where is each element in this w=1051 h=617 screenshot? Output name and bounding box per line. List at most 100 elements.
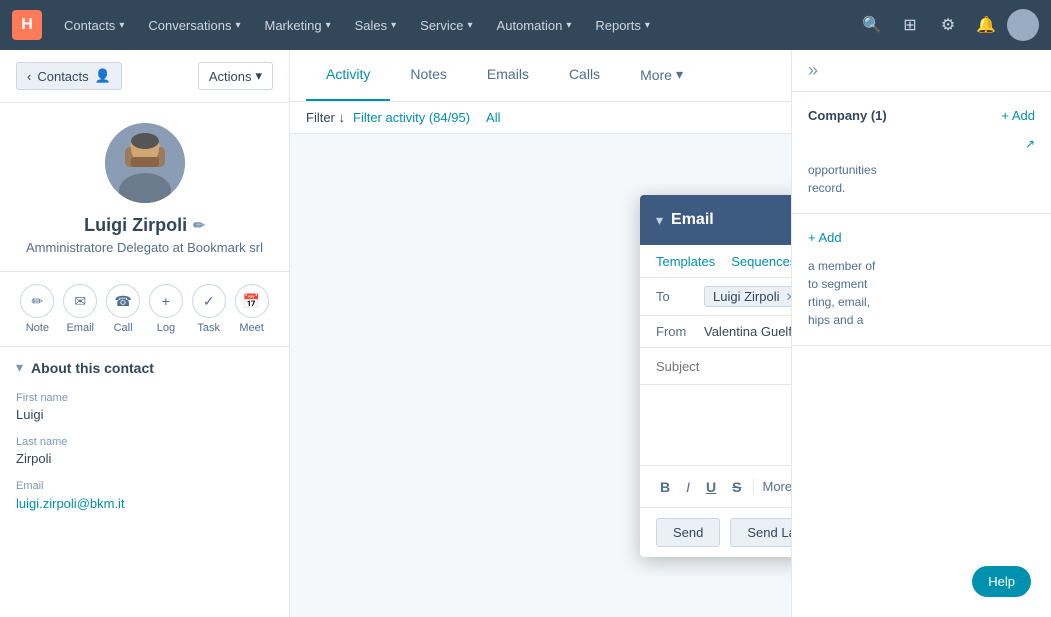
hubspot-logo[interactable]: H bbox=[12, 10, 42, 40]
email-body[interactable] bbox=[640, 385, 791, 465]
email-modal-title-row: ▾ Email bbox=[656, 211, 714, 229]
strikethrough-button[interactable]: S bbox=[728, 477, 745, 497]
to-label: To bbox=[656, 289, 696, 304]
chevron-down-icon: ▾ bbox=[645, 20, 650, 31]
chevron-down-icon[interactable]: ▾ bbox=[656, 212, 663, 229]
action-note[interactable]: ✏ Note bbox=[20, 284, 54, 334]
filter-label: Filter ↓ bbox=[306, 110, 345, 125]
nav-automation[interactable]: Automation ▾ bbox=[487, 12, 582, 39]
top-navigation: H Contacts ▾ Conversations ▾ Marketing ▾… bbox=[0, 0, 1051, 50]
chevron-down-icon: ▾ bbox=[391, 20, 396, 31]
bold-button[interactable]: B bbox=[656, 477, 674, 497]
marketplace-icon[interactable]: ⊞ bbox=[893, 8, 927, 42]
edit-icon[interactable]: ✏ bbox=[193, 217, 205, 234]
tab-more[interactable]: More ▾ bbox=[620, 50, 703, 101]
filter-bar: Filter ↓ Filter activity (84/95) All bbox=[290, 102, 791, 134]
remove-recipient-button[interactable]: ✕ bbox=[785, 290, 791, 304]
contact-title: Amministratore Delegato at Bookmark srl bbox=[26, 240, 263, 255]
about-section: ▾ About this contact First name Luigi La… bbox=[0, 347, 289, 537]
email-modal-toolbar: Templates Sequences Documents Meetings ▾… bbox=[640, 245, 791, 278]
nav-marketing[interactable]: Marketing ▾ bbox=[254, 12, 340, 39]
lists-section: + Add a member of to segment rting, emai… bbox=[792, 214, 1051, 346]
company-text-record: record. bbox=[808, 179, 1035, 197]
company-section: Company (1) + Add ↗ opportunities record… bbox=[792, 92, 1051, 214]
contact-avatar bbox=[105, 123, 185, 203]
note-icon: ✏ bbox=[20, 284, 54, 318]
expand-icon[interactable]: » bbox=[808, 60, 818, 81]
email-icon: ✉ bbox=[63, 284, 97, 318]
tab-calls[interactable]: Calls bbox=[549, 50, 620, 101]
right-sidebar: » Company (1) + Add ↗ opportunities reco… bbox=[791, 50, 1051, 617]
templates-button[interactable]: Templates bbox=[656, 253, 715, 269]
chevron-down-icon: ▾ bbox=[119, 20, 124, 31]
tab-notes[interactable]: Notes bbox=[390, 50, 467, 101]
action-log[interactable]: + Log bbox=[149, 284, 183, 334]
company-section-header: Company (1) + Add bbox=[808, 108, 1035, 123]
recipient-name: Luigi Zirpoli bbox=[713, 289, 779, 304]
help-button[interactable]: Help bbox=[972, 566, 1031, 597]
actions-button[interactable]: Actions ▾ bbox=[198, 62, 273, 90]
log-icon: + bbox=[149, 284, 183, 318]
underline-button[interactable]: U bbox=[702, 477, 720, 497]
email-subject-field[interactable] bbox=[640, 348, 791, 385]
separator bbox=[753, 479, 754, 495]
lists-text-2: to segment bbox=[808, 275, 1035, 293]
tab-activity[interactable]: Activity bbox=[306, 50, 390, 101]
nav-conversations[interactable]: Conversations ▾ bbox=[138, 12, 250, 39]
send-later-button[interactable]: Send Later bbox=[730, 518, 791, 547]
chevron-down-icon: ▾ bbox=[676, 66, 683, 83]
nav-service[interactable]: Service ▾ bbox=[410, 12, 482, 39]
lists-text-1: a member of bbox=[808, 257, 1035, 275]
company-section-title: Company (1) bbox=[808, 108, 887, 123]
tab-emails[interactable]: Emails bbox=[467, 50, 549, 101]
email-modal-title: Email bbox=[671, 211, 714, 229]
contact-profile: Luigi Zirpoli ✏ Amministratore Delegato … bbox=[0, 103, 289, 272]
settings-icon[interactable]: ⚙ bbox=[931, 8, 965, 42]
action-email[interactable]: ✉ Email bbox=[63, 284, 97, 334]
chevron-down-icon: ▾ bbox=[566, 20, 571, 31]
nav-sales[interactable]: Sales ▾ bbox=[345, 12, 407, 39]
back-to-contacts[interactable]: ‹ Contacts 👤 bbox=[16, 62, 122, 90]
email-from-field: From Valentina Guelfi (valentina.guelfi@… bbox=[640, 316, 791, 348]
last-name-field: Last name Zirpoli bbox=[16, 436, 273, 466]
action-task[interactable]: ✓ Task bbox=[192, 284, 226, 334]
nav-reports[interactable]: Reports ▾ bbox=[585, 12, 660, 39]
italic-button[interactable]: I bbox=[682, 477, 694, 497]
notifications-icon[interactable]: 🔔 bbox=[969, 8, 1003, 42]
email-send-row: Send Send Later Create a task to follow … bbox=[640, 507, 791, 557]
email-modal-header: ▾ Email ⤢ ✕ bbox=[640, 195, 791, 245]
add-list-button[interactable]: + Add bbox=[808, 230, 842, 245]
external-link-icon[interactable]: ↗ bbox=[808, 135, 1035, 153]
email-modal: ▾ Email ⤢ ✕ Templates Sequences Document… bbox=[640, 195, 791, 557]
add-company-button[interactable]: + Add bbox=[1001, 108, 1035, 123]
filter-activity-label[interactable]: Filter activity (84/95) bbox=[353, 110, 470, 125]
chevron-down-icon: ▾ bbox=[235, 20, 240, 31]
about-header[interactable]: ▾ About this contact bbox=[16, 359, 273, 376]
chevron-down-icon: ▾ bbox=[16, 359, 23, 376]
action-meet[interactable]: 📅 Meet bbox=[235, 284, 269, 334]
search-icon[interactable]: 🔍 bbox=[855, 8, 889, 42]
email-footer-toolbar: B I U S More ▾ 🔗 🖼 📎 Insert ▾ Associ bbox=[640, 465, 791, 507]
meet-icon: 📅 bbox=[235, 284, 269, 318]
contact-actions: ✏ Note ✉ Email ☎ Call + Log ✓ Task 📅 Mee… bbox=[0, 272, 289, 347]
lists-section-header: + Add bbox=[808, 230, 1035, 245]
center-content: Activity Notes Emails Calls More ▾ Filte… bbox=[290, 50, 791, 617]
contact-name: Luigi Zirpoli ✏ bbox=[84, 215, 205, 236]
email-field: Email luigi.zirpoli@bkm.it bbox=[16, 480, 273, 511]
more-format-button[interactable]: More ▾ bbox=[762, 479, 791, 495]
chevron-down-icon: ▾ bbox=[326, 20, 331, 31]
person-icon: 👤 bbox=[95, 68, 111, 84]
nav-contacts[interactable]: Contacts ▾ bbox=[54, 12, 134, 39]
chevron-down-icon: ▾ bbox=[468, 20, 473, 31]
sequences-button[interactable]: Sequences bbox=[731, 253, 791, 269]
chevron-down-icon: ▾ bbox=[255, 68, 262, 84]
all-label[interactable]: All bbox=[486, 110, 500, 125]
chevron-left-icon: ‹ bbox=[27, 69, 31, 84]
action-call[interactable]: ☎ Call bbox=[106, 284, 140, 334]
task-icon: ✓ bbox=[192, 284, 226, 318]
company-text-opportunities: opportunities bbox=[808, 161, 1035, 179]
first-name-field: First name Luigi bbox=[16, 392, 273, 422]
send-button[interactable]: Send bbox=[656, 518, 720, 547]
avatar[interactable] bbox=[1007, 9, 1039, 41]
subject-input[interactable] bbox=[656, 359, 791, 374]
